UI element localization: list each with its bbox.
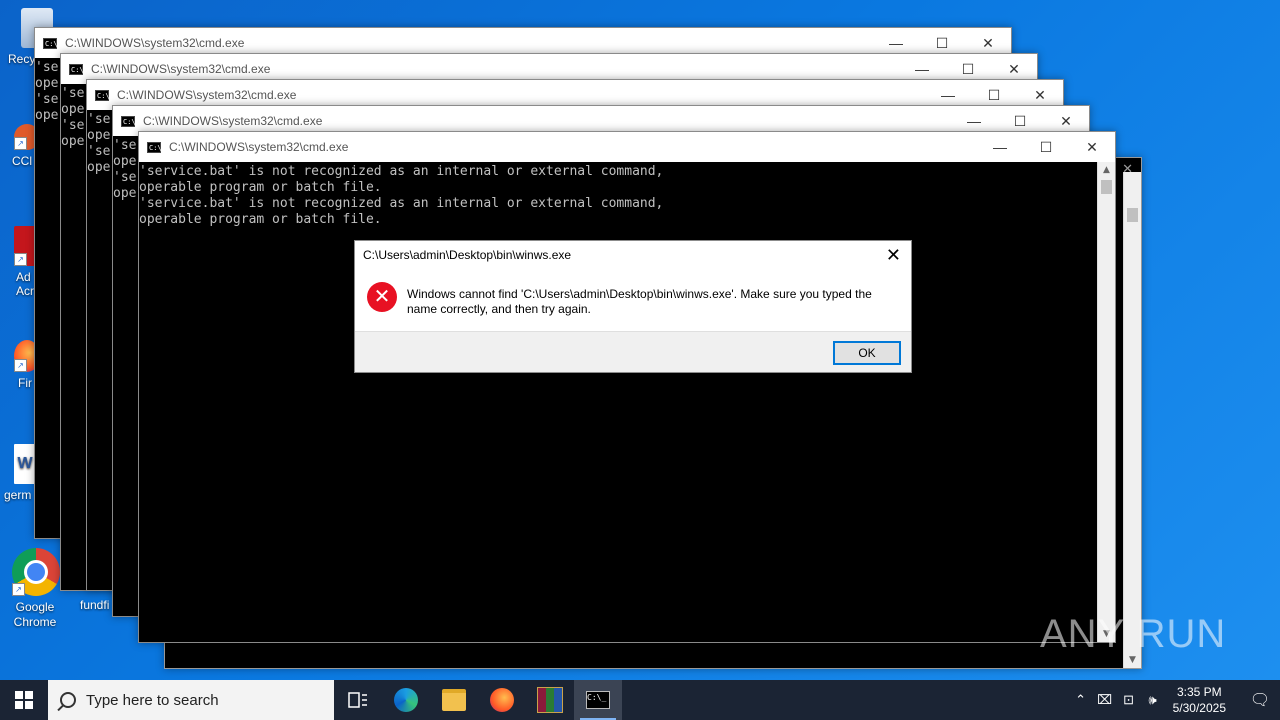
ok-button[interactable]: OK [833, 341, 901, 365]
maximize-button[interactable]: ☐ [919, 35, 965, 52]
task-view-button[interactable] [334, 680, 382, 720]
minimize-button[interactable]: — [873, 35, 919, 51]
system-tray: ⌃ ⌧ ⊡ 🕪 3:35 PM 5/30/2025 🗨 [1069, 680, 1280, 720]
cmd-icon: C:\ [69, 63, 84, 75]
console-line: operable program or batch file. [139, 212, 382, 227]
task-view-icon [348, 692, 367, 708]
maximize-button[interactable]: ☐ [945, 61, 991, 78]
minimize-button[interactable]: — [977, 139, 1023, 155]
console-line: 'service.bat' is not recognized as an in… [139, 196, 664, 211]
shortcut-arrow-icon: ↗ [14, 253, 27, 266]
shortcut-arrow-icon: ↗ [14, 359, 27, 372]
edge-icon [394, 688, 418, 712]
minimize-button[interactable]: — [899, 61, 945, 77]
cmd-icon: C:\ [121, 115, 136, 127]
winrar-icon [537, 687, 563, 713]
windows-logo-icon [15, 691, 33, 709]
minimize-button[interactable]: — [925, 87, 971, 103]
clock[interactable]: 3:35 PM 5/30/2025 [1173, 684, 1226, 716]
clock-time: 3:35 PM [1176, 685, 1222, 699]
scrollbar-thumb[interactable] [1101, 180, 1112, 194]
cmd-icon: C:\ [43, 37, 58, 49]
notification-icon[interactable]: 🗨 [1240, 690, 1280, 710]
dialog-message: Windows cannot find 'C:\Users\admin\Desk… [407, 287, 872, 316]
maximize-button[interactable]: ☐ [971, 87, 1017, 104]
window-title: C:\WINDOWS\system32\cmd.exe [65, 36, 245, 50]
dialog-title: C:\Users\admin\Desktop\bin\winws.exe [363, 248, 572, 262]
anyrun-watermark: ANY RUN [1040, 612, 1227, 656]
scroll-up-arrow-icon[interactable]: ▲ [1098, 162, 1115, 178]
console-line: 'service.bat' is not recognized as an in… [139, 164, 664, 179]
window-title: C:\WINDOWS\system32\cmd.exe [91, 62, 271, 76]
close-button[interactable]: ✕ [991, 61, 1037, 78]
adobe-acrobat-icon: ↗ [14, 226, 36, 266]
window-title: C:\WINDOWS\system32\cmd.exe [117, 88, 297, 102]
taskbar-edge[interactable] [382, 680, 430, 720]
taskbar: Type here to search C:\_ ⌃ ⌧ ⊡ 🕪 3:35 PM… [0, 680, 1280, 720]
network-icon[interactable]: ⊡ [1117, 692, 1141, 708]
desktop-icon-label: Ad Acr [16, 270, 34, 298]
close-button[interactable]: ✕ [1043, 113, 1089, 130]
title-bar[interactable]: C:\ C:\WINDOWS\system32\cmd.exe — ☐ ✕ [139, 132, 1115, 162]
cmd-icon: C:\_ [586, 691, 610, 709]
dialog-close-button[interactable]: ✕ [886, 245, 901, 266]
clock-date: 5/30/2025 [1172, 701, 1226, 715]
scrollbar-thumb[interactable] [1127, 208, 1138, 222]
close-icon[interactable]: ✕ [1122, 162, 1133, 177]
volume-icon[interactable]: 🕪 [1141, 692, 1165, 708]
search-icon [60, 692, 76, 708]
console-line: operable program or batch file. [139, 180, 382, 195]
start-button[interactable] [0, 680, 48, 720]
minimize-button[interactable]: — [951, 113, 997, 129]
chevron-up-icon[interactable]: ⌃ [1069, 692, 1093, 708]
taskbar-winrar[interactable] [526, 680, 574, 720]
taskbar-cmd[interactable]: C:\_ [574, 680, 622, 720]
cmd-window-front[interactable]: C:\ C:\WINDOWS\system32\cmd.exe — ☐ ✕ 's… [138, 131, 1116, 643]
device-icon[interactable]: ⌧ [1093, 692, 1117, 708]
scrollbar[interactable]: ▲ ▼ [1097, 162, 1115, 642]
shortcut-arrow-icon: ↗ [14, 137, 27, 150]
window-title: C:\WINDOWS\system32\cmd.exe [143, 114, 323, 128]
console-output[interactable]: 'service.bat' is not recognized as an in… [139, 162, 1098, 642]
firefox-icon [490, 688, 514, 712]
file-explorer-icon [442, 689, 466, 711]
error-icon: ✕ [367, 282, 397, 312]
close-button[interactable]: ✕ [965, 35, 1011, 52]
shortcut-arrow-icon: ↗ [12, 583, 25, 596]
window-title: C:\WINDOWS\system32\cmd.exe [169, 140, 349, 154]
dialog-footer: OK [355, 331, 911, 372]
word-document-icon: W [14, 444, 36, 484]
scrollbar[interactable]: ▼ [1123, 172, 1141, 668]
cmd-icon: C:\ [95, 89, 110, 101]
search-placeholder: Type here to search [86, 691, 219, 709]
cmd-icon: C:\ [147, 141, 162, 153]
taskbar-firefox[interactable] [478, 680, 526, 720]
desktop-icon-label: Google Chrome [13, 600, 57, 629]
maximize-button[interactable]: ☐ [997, 113, 1043, 130]
chrome-icon: ↗ [12, 548, 60, 596]
taskbar-file-explorer[interactable] [430, 680, 478, 720]
maximize-button[interactable]: ☐ [1023, 139, 1069, 156]
error-dialog[interactable]: C:\Users\admin\Desktop\bin\winws.exe ✕ ✕… [354, 240, 912, 373]
close-button[interactable]: ✕ [1069, 139, 1115, 156]
close-button[interactable]: ✕ [1017, 87, 1063, 104]
search-box[interactable]: Type here to search [48, 680, 334, 720]
